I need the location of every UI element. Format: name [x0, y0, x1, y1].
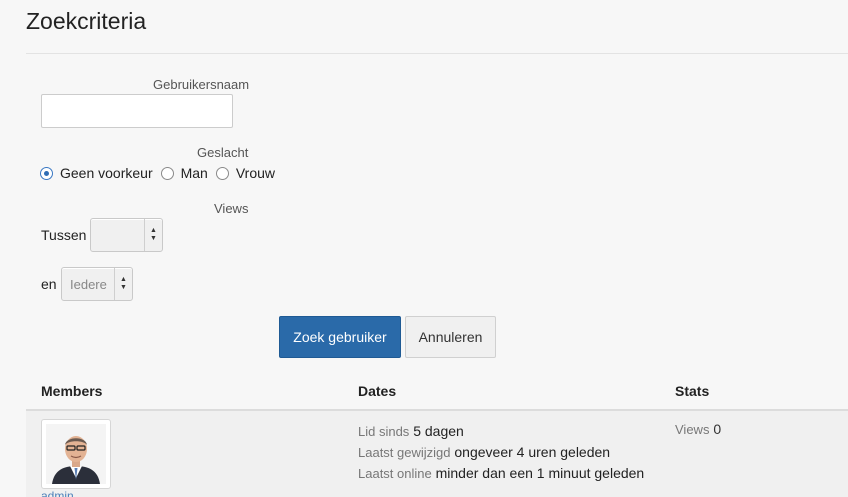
page-title: Zoekcriteria	[26, 8, 147, 34]
username-input[interactable]	[41, 94, 233, 128]
gender-option-female[interactable]: Vrouw	[215, 165, 276, 181]
gender-option-label: Man	[180, 165, 208, 181]
gender-label: Geslacht	[197, 145, 249, 160]
date-key: Lid sinds	[358, 424, 410, 439]
date-value: 5 dagen	[413, 423, 464, 439]
gender-option-label: Geen voorkeur	[60, 165, 153, 181]
search-user-button[interactable]: Zoek gebruiker	[279, 316, 401, 358]
member-name-link[interactable]: admin	[41, 489, 74, 497]
cancel-button[interactable]: Annuleren	[405, 316, 496, 358]
date-line-member-since: Lid sinds 5 dagen	[358, 421, 644, 442]
username-label: Gebruikersnaam	[153, 77, 250, 92]
avatar[interactable]	[41, 419, 111, 489]
divider	[26, 53, 848, 54]
select-arrows-icon: ▲ ▼	[144, 219, 162, 251]
date-line-last-modified: Laatst gewijzigd ongeveer 4 uren geleden	[358, 442, 644, 463]
gender-option-label: Vrouw	[235, 165, 276, 181]
views-max-select[interactable]: Iedere ▲ ▼	[61, 267, 133, 301]
column-header-stats: Stats	[675, 383, 710, 399]
views-label: Views	[214, 201, 249, 216]
views-min-select[interactable]: ▲ ▼	[90, 218, 163, 252]
radio-button[interactable]	[215, 166, 229, 180]
radio-button[interactable]	[160, 166, 174, 180]
user-photo-icon	[46, 424, 106, 484]
views-max-value: Iedere	[70, 276, 107, 292]
date-line-last-online: Laatst online minder dan een 1 minuut ge…	[358, 463, 644, 484]
date-key: Laatst gewijzigd	[358, 445, 451, 460]
gender-option-no-preference[interactable]: Geen voorkeur	[40, 165, 153, 181]
gender-option-male[interactable]: Man	[160, 165, 208, 181]
stats-value: 0	[713, 421, 722, 437]
radio-button-checked[interactable]	[40, 166, 53, 180]
member-stats: Views 0	[675, 421, 721, 437]
column-header-dates: Dates	[358, 383, 397, 399]
date-value: minder dan een 1 minuut geleden	[435, 465, 645, 481]
and-label: en	[41, 276, 57, 292]
select-arrows-icon: ▲ ▼	[114, 268, 132, 300]
gender-radio-group: Geen voorkeur Man Vrouw	[40, 165, 283, 181]
date-key: Laatst online	[358, 466, 432, 481]
between-label: Tussen	[41, 227, 87, 243]
member-dates: Lid sinds 5 dagen Laatst gewijzigd ongev…	[358, 421, 644, 484]
stats-key: Views	[675, 422, 710, 437]
date-value: ongeveer 4 uren geleden	[454, 444, 611, 460]
column-header-members: Members	[41, 383, 103, 399]
